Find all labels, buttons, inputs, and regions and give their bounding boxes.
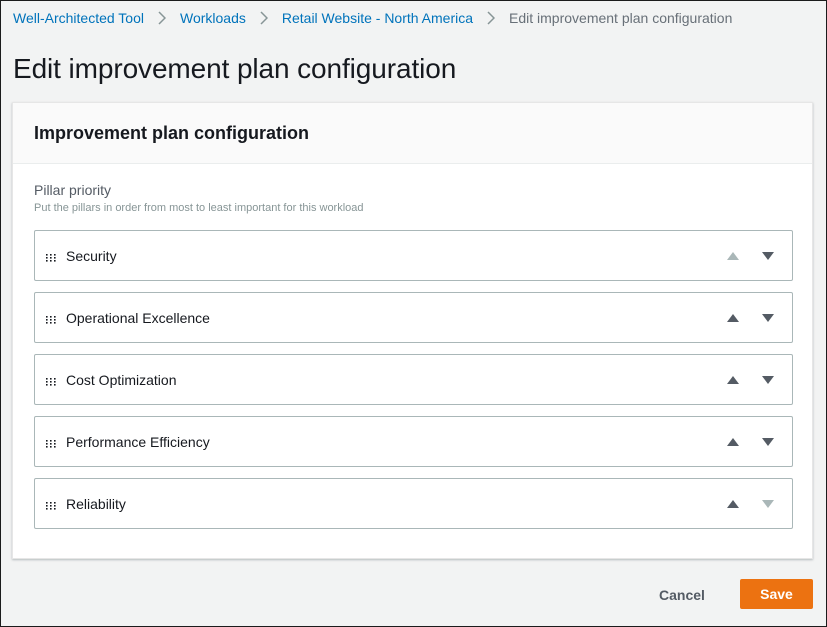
pillar-priority-description: Put the pillars in order from most to le… [34, 202, 364, 214]
improvement-plan-panel: Improvement plan configuration Pillar pr… [12, 102, 813, 559]
caret-down-icon[interactable] [760, 249, 776, 263]
pillar-label: Operational Excellence [66, 309, 210, 326]
pillar-priority-label: Pillar priority [34, 182, 112, 198]
caret-up-icon[interactable] [725, 311, 741, 325]
pillar-item-security[interactable]: Security [34, 230, 793, 281]
caret-up-icon[interactable] [725, 373, 741, 387]
cancel-button[interactable]: Cancel [647, 581, 717, 609]
breadcrumb-current: Edit improvement plan configuration [509, 10, 733, 26]
chevron-right-icon [246, 11, 282, 25]
pillar-item-reliability[interactable]: Reliability [34, 478, 793, 529]
save-button[interactable]: Save [740, 579, 813, 609]
breadcrumb-well-architected-tool[interactable]: Well-Architected Tool [13, 10, 144, 26]
drag-handle-icon[interactable] [45, 250, 57, 262]
drag-handle-icon[interactable] [45, 312, 57, 324]
caret-up-icon [725, 249, 741, 263]
caret-down-icon[interactable] [760, 373, 776, 387]
drag-handle-icon[interactable] [45, 374, 57, 386]
drag-handle-icon[interactable] [45, 436, 57, 448]
pillar-label: Cost Optimization [66, 371, 177, 388]
caret-up-icon[interactable] [725, 497, 741, 511]
breadcrumb: Well-Architected Tool Workloads Retail W… [13, 10, 732, 26]
breadcrumb-retail-website[interactable]: Retail Website - North America [282, 10, 473, 26]
caret-up-icon[interactable] [725, 435, 741, 449]
caret-down-icon [760, 497, 776, 511]
pillar-label: Performance Efficiency [66, 433, 210, 450]
breadcrumb-workloads[interactable]: Workloads [180, 10, 246, 26]
panel-title: Improvement plan configuration [34, 122, 310, 143]
caret-down-icon[interactable] [760, 311, 776, 325]
drag-handle-icon[interactable] [45, 498, 57, 510]
pillar-item-performance-efficiency[interactable]: Performance Efficiency [34, 416, 793, 467]
chevron-right-icon [473, 11, 509, 25]
pillar-label: Reliability [66, 495, 126, 512]
pillar-label: Security [66, 247, 117, 264]
caret-down-icon[interactable] [760, 435, 776, 449]
pillar-list: Security Operational Excellence Cost Optim… [34, 230, 793, 540]
panel-header: Improvement plan configuration [13, 103, 812, 164]
pillar-item-cost-optimization[interactable]: Cost Optimization [34, 354, 793, 405]
chevron-right-icon [144, 11, 180, 25]
pillar-item-operational-excellence[interactable]: Operational Excellence [34, 292, 793, 343]
page-title: Edit improvement plan configuration [13, 53, 457, 84]
